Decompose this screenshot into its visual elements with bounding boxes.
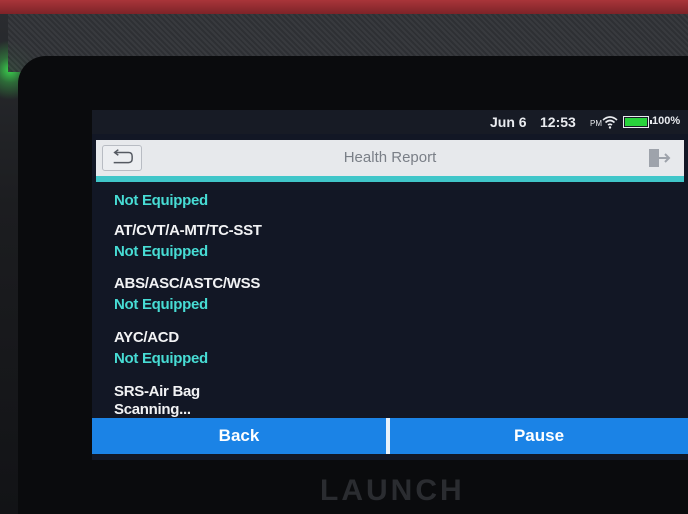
exit-button[interactable]	[644, 146, 674, 170]
system-status: Scanning...	[114, 401, 191, 418]
title-bar: Health Report	[96, 140, 684, 182]
exit-icon	[649, 149, 671, 167]
system-name: SRS-Air Bag	[114, 383, 200, 400]
system-name: ABS/ASC/ASTC/WSS	[114, 275, 261, 292]
battery-percentage: 100%	[652, 115, 681, 127]
pause-button[interactable]: Pause	[390, 418, 688, 454]
screen: Jun 6 12:53 PM 100% Health Report Not Eq…	[92, 110, 688, 460]
page-title: Health Report	[343, 149, 437, 166]
battery-icon	[623, 116, 652, 128]
status-time: 12:53	[540, 114, 576, 130]
status-text: Not Equipped	[114, 192, 208, 209]
action-bar: Back Pause	[92, 418, 688, 454]
system-name: AYC/ACD	[114, 329, 179, 346]
battery-fill	[625, 118, 647, 126]
brand-logo: LAUNCH	[320, 474, 465, 507]
system-status: Not Equipped	[114, 350, 208, 367]
device-case-edge	[0, 0, 688, 14]
wifi-icon	[602, 116, 618, 129]
back-button[interactable]: Back	[92, 418, 386, 454]
status-bar: Jun 6 12:53 PM 100%	[92, 110, 688, 134]
system-status: Not Equipped	[114, 296, 208, 313]
status-date: Jun 6	[490, 114, 527, 130]
system-name: AT/CVT/A-MT/TC-SST	[114, 222, 262, 239]
status-ampm: PM	[590, 119, 602, 128]
system-status: Not Equipped	[114, 243, 208, 260]
